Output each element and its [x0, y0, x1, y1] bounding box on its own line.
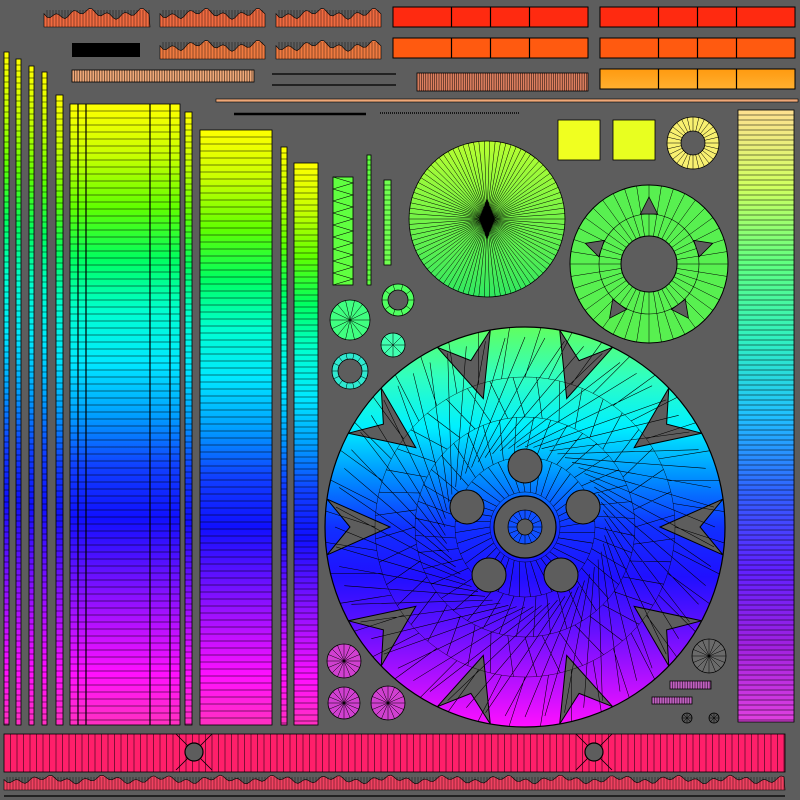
tiny-green-strip-2-fill	[383, 179, 392, 266]
green-ring-hole	[620, 235, 678, 293]
yellow-square-2	[612, 119, 656, 161]
magenta-disc-2-spokes	[328, 687, 360, 719]
green-ring-island	[569, 184, 729, 344]
magenta-hatched-2-wires	[654, 697, 690, 704]
disc-hole-2	[565, 489, 601, 525]
black-bar	[72, 43, 140, 57]
wide-rainbow-column-fill	[199, 129, 273, 726]
narrow-rainbow-column-fill	[293, 162, 319, 726]
thin-vertical-strip-5-fill	[55, 94, 64, 726]
magenta-disc-1	[326, 643, 362, 679]
uv-layout-canvas	[0, 0, 800, 800]
grey-dot-2	[681, 712, 693, 724]
thin-vertical-strip-1-fill	[3, 51, 10, 726]
grey-disc-1-spokes	[692, 639, 726, 673]
joint-hole	[584, 742, 604, 762]
disc-hole-3	[543, 557, 579, 593]
yellow-spoke-ring	[666, 116, 720, 170]
segmented-bar-5	[599, 68, 796, 90]
small-green-ring-hole	[387, 289, 409, 311]
bottom-pink-strip	[3, 733, 786, 773]
thin-vertical-strip-4	[41, 71, 48, 726]
disc-hole-5	[449, 489, 485, 525]
wide-rainbow-column	[199, 129, 273, 726]
narrow-rainbow-column	[293, 162, 319, 726]
joint-hole	[184, 742, 204, 762]
magenta-disc-2	[327, 686, 361, 720]
segmented-bar-1	[392, 6, 589, 28]
yellow-spoke-ring-hole	[680, 130, 706, 156]
tan-hatched-strip	[71, 69, 255, 83]
green-zigzag-strip	[332, 176, 355, 286]
disc-hole-1	[507, 448, 543, 484]
grey-dot-1-spokes	[709, 713, 719, 723]
yellow-square-1	[557, 119, 601, 161]
grey-dot-2-spokes	[682, 713, 692, 723]
thin-vertical-strip-2	[15, 58, 22, 726]
magenta-disc-3-spokes	[371, 686, 405, 720]
salmon-hatched-strip	[416, 72, 589, 92]
disc-center-hub	[507, 509, 543, 545]
small-green-ring	[381, 283, 415, 317]
magenta-hatched-1	[669, 680, 712, 690]
magenta-hatched-2	[651, 696, 693, 705]
thin-vertical-strip-7-fill	[280, 146, 288, 726]
teal-ring-hole	[337, 358, 363, 384]
thin-vertical-strip-5	[55, 94, 64, 726]
long-tan-line	[215, 98, 799, 103]
thin-vertical-strip-3	[28, 65, 35, 726]
magenta-disc-3	[370, 685, 406, 721]
disc-hole-4	[471, 557, 507, 593]
thin-vertical-strip-3-fill	[28, 65, 35, 726]
small-green-disc	[329, 299, 371, 341]
tiny-teal-disc	[380, 332, 406, 358]
right-rainbow-column	[737, 109, 795, 723]
disc-center-hub-hole	[516, 518, 534, 536]
segmented-bar-3	[392, 37, 589, 59]
thin-vertical-strip-6-fill	[184, 111, 193, 726]
grey-disc-1	[691, 638, 727, 674]
large-disc-island	[324, 326, 726, 728]
segmented-bar-2	[599, 6, 796, 28]
thin-vertical-strip-2-fill	[15, 58, 22, 726]
tiny-teal-disc-spokes	[381, 333, 405, 357]
thin-vertical-strip-6	[184, 111, 193, 726]
thin-vertical-strip-1	[3, 51, 10, 726]
segmented-bar-4	[599, 37, 796, 59]
grey-dot-1	[708, 712, 720, 724]
tiny-green-strip-1	[366, 154, 372, 286]
tiny-green-strip-2	[383, 179, 392, 266]
teal-ring	[331, 352, 369, 390]
thin-vertical-strip-7	[280, 146, 288, 726]
magenta-disc-1-spokes	[327, 644, 361, 678]
zigzag-fill	[332, 176, 354, 286]
main-rainbow-column	[69, 103, 181, 726]
thin-vertical-strip-4-fill	[41, 71, 48, 726]
